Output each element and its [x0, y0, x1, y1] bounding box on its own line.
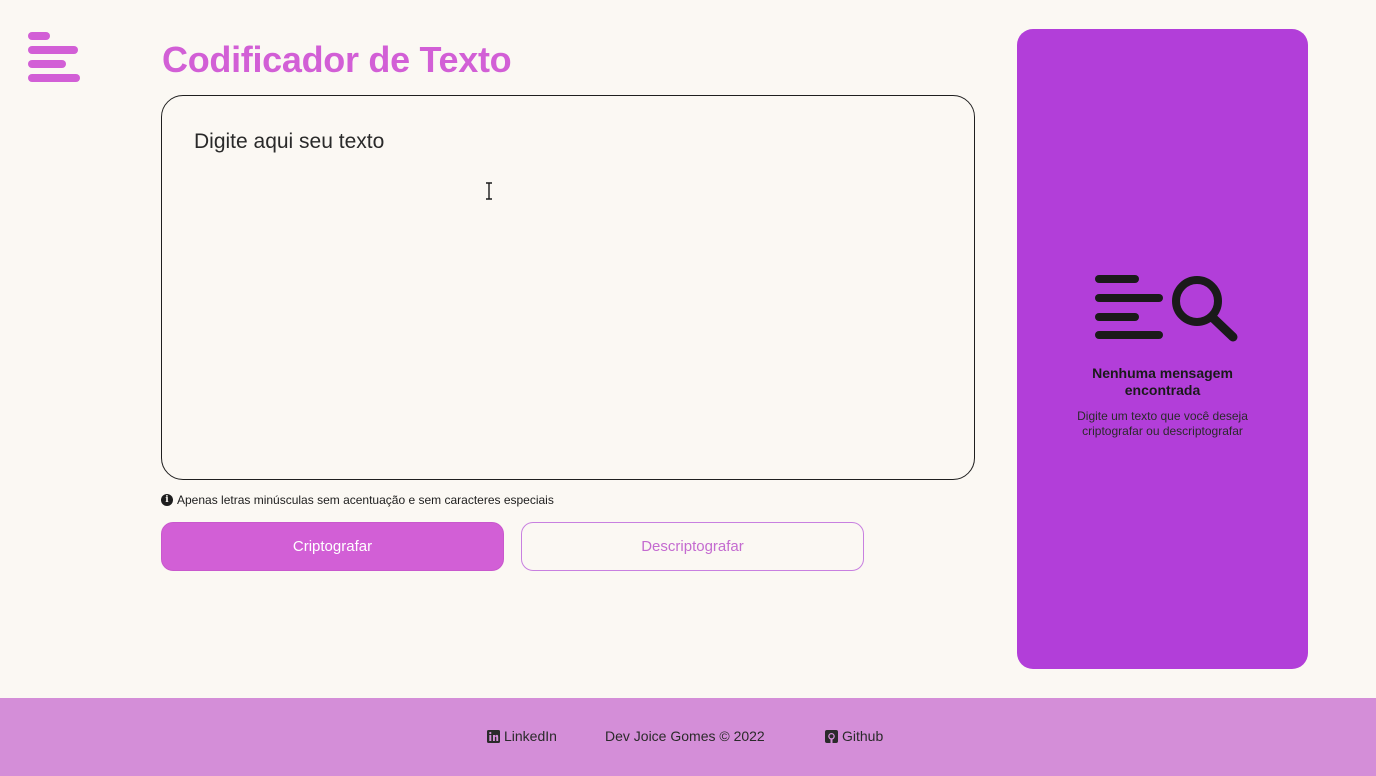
- message-input[interactable]: [161, 95, 975, 480]
- text-cursor-icon: [486, 182, 492, 200]
- output-panel: Nenhuma mensagem encontrada Digite um te…: [1017, 29, 1308, 669]
- github-icon: [825, 729, 838, 743]
- encrypt-button[interactable]: Criptografar: [161, 522, 504, 571]
- search-text-icon: [1095, 275, 1238, 342]
- decrypt-button[interactable]: Descriptografar: [521, 522, 864, 571]
- page-title: Codificador de Texto: [162, 39, 512, 80]
- linkedin-icon: [487, 729, 500, 743]
- linkedin-link[interactable]: LinkedIn: [487, 728, 557, 744]
- empty-state-heading: Nenhuma mensagem encontrada: [1092, 365, 1233, 398]
- menu-lines-icon[interactable]: [28, 32, 82, 84]
- empty-state-text: Digite um texto que você deseja criptogr…: [1077, 409, 1248, 438]
- footer-credit: Dev Joice Gomes © 2022: [605, 728, 765, 744]
- hint-text: Apenas letras minúsculas sem acentuação …: [177, 493, 554, 507]
- github-label: Github: [842, 728, 884, 744]
- linkedin-label: LinkedIn: [504, 728, 557, 744]
- github-link[interactable]: Github: [825, 728, 883, 744]
- info-icon: i: [161, 494, 173, 506]
- input-hint: i Apenas letras minúsculas sem acentuaçã…: [161, 493, 554, 507]
- footer: LinkedIn Dev Joice Gomes © 2022 Github: [0, 698, 1376, 776]
